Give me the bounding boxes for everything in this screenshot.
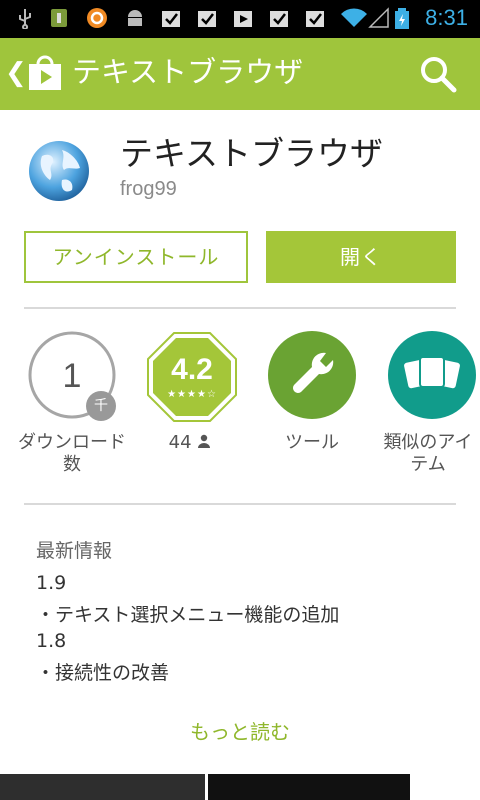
similar-items-badge[interactable] xyxy=(386,331,478,423)
person-icon xyxy=(198,434,211,448)
download-done-icon xyxy=(162,11,180,27)
app-notify-icon xyxy=(87,8,107,28)
wifi-icon xyxy=(341,8,367,27)
screenshot-thumbnail[interactable] xyxy=(0,774,205,800)
cards-icon xyxy=(404,356,460,389)
rating-stars: ★★★★☆ xyxy=(167,389,217,400)
status-bar: 8:31 xyxy=(0,0,480,38)
play-icon xyxy=(234,11,252,27)
whats-new-line: ・テキスト選択メニュー機能の追加 xyxy=(36,604,340,626)
divider xyxy=(24,307,456,309)
search-icon[interactable] xyxy=(418,54,458,94)
developer-link[interactable]: frog99 xyxy=(120,178,177,201)
category-label[interactable]: ツール xyxy=(266,432,358,454)
android-icon xyxy=(128,10,142,26)
category-badge[interactable] xyxy=(266,331,358,423)
rating-count: 44 xyxy=(168,432,192,453)
downloads-badge: 1 千 xyxy=(28,331,120,423)
signal-icon xyxy=(368,7,389,28)
whats-new-title: 最新情報 xyxy=(36,540,113,562)
rating-value: 4.2 xyxy=(171,353,213,386)
app-bar: ❮ テキストブラウザ xyxy=(0,38,480,110)
sd-card-icon xyxy=(51,9,67,27)
download-done-icon xyxy=(306,11,324,27)
clock: 8:31 xyxy=(425,5,468,30)
divider xyxy=(24,503,456,505)
app-globe-icon xyxy=(29,141,89,201)
whats-new-line: 1.8 xyxy=(36,630,67,652)
uninstall-button[interactable]: アンインストール xyxy=(24,231,248,283)
app-bar-title: テキストブラウザ xyxy=(72,55,304,89)
similar-circle xyxy=(388,331,476,419)
read-more-link[interactable]: もっと読む xyxy=(0,716,480,745)
rating-badge[interactable]: 4.2 ★★★★☆ xyxy=(146,331,238,423)
downloads-label: ダウンロード数 xyxy=(18,432,126,475)
open-button[interactable]: 開く xyxy=(266,231,456,283)
rating-count-row: 44 xyxy=(150,432,230,454)
battery-icon xyxy=(395,8,409,29)
category-circle xyxy=(268,331,356,419)
similar-items-label[interactable]: 類似のアイテム xyxy=(376,432,480,476)
app-name: テキストブラウザ xyxy=(120,134,384,173)
whats-new-line: ・接続性の改善 xyxy=(36,662,170,684)
download-done-icon xyxy=(198,11,216,27)
screenshot-thumbnail[interactable] xyxy=(208,774,410,800)
back-chevron-icon[interactable]: ❮ xyxy=(5,58,27,88)
play-store-bag-icon[interactable] xyxy=(26,54,64,92)
downloads-unit: 千 xyxy=(86,391,116,421)
usb-icon xyxy=(19,9,31,29)
whats-new-line: 1.9 xyxy=(36,572,67,594)
download-done-icon xyxy=(270,11,288,27)
